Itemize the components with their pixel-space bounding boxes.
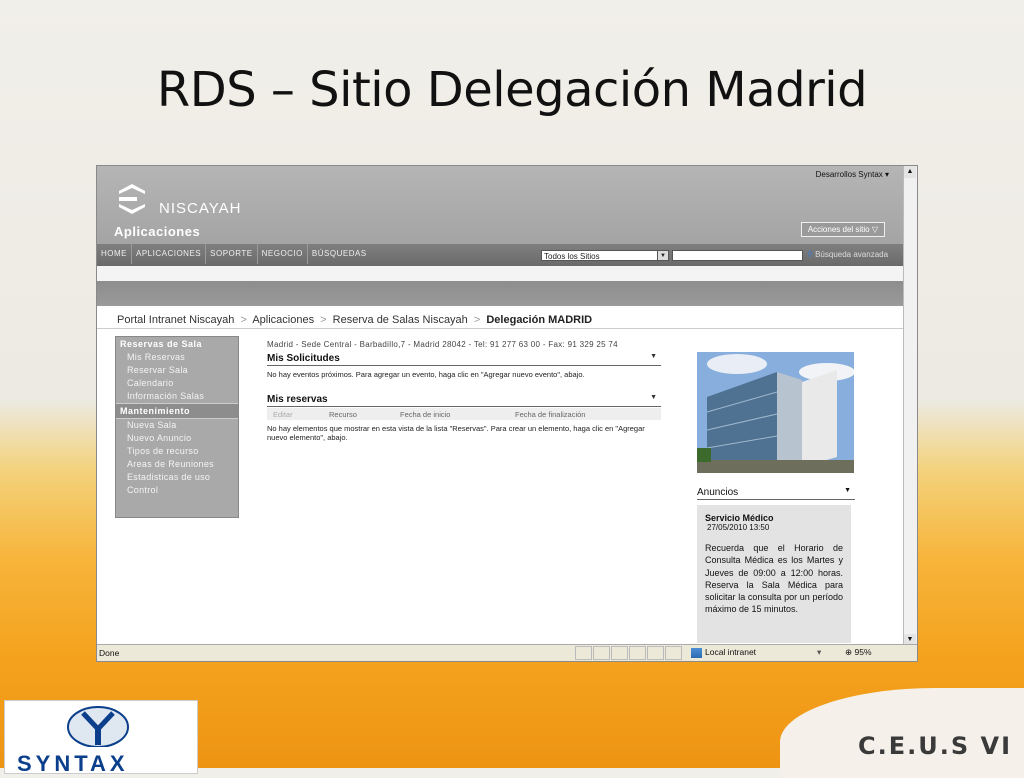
nav-negocio[interactable]: NEGOCIO (258, 244, 308, 264)
nav-aplicaciones[interactable]: APLICACIONES (132, 244, 207, 264)
chevron-down-icon[interactable]: ▼ (657, 251, 668, 260)
breadcrumb-separator: > (473, 314, 481, 326)
column-recurso[interactable]: Recurso (329, 410, 357, 419)
security-zone-label: Local intranet (705, 647, 757, 657)
zoom-level: 95% (854, 647, 872, 657)
site-logo-text: NISCAYAH (159, 200, 242, 217)
office-address: Madrid - Sede Central - Barbadillo,7 - M… (267, 340, 618, 349)
syntax-logo: SYNTAX (4, 700, 198, 776)
sidebar-item-nueva-sala[interactable]: Nueva Sala (116, 419, 238, 432)
advanced-search-label: Búsqueda avanzada (815, 250, 889, 259)
main-content: Madrid - Sede Central - Barbadillo,7 - M… (267, 340, 667, 442)
anuncios-title: Anuncios (697, 487, 739, 498)
sidebar-item-control[interactable]: Control (116, 484, 238, 497)
header-band-lower (97, 281, 905, 306)
nav-home[interactable]: HOME (97, 244, 132, 264)
site-header: Desarrollos Syntax ▾ NISCAYAH Aplicacion… (97, 166, 905, 244)
announcement-item: Servicio Médico 27/05/2010 13:50 Recuerd… (697, 505, 851, 643)
slide-title: RDS – Sitio Delegación Madrid (156, 62, 868, 118)
search-scope-select[interactable]: Todos los Sitios ▼ (541, 250, 669, 261)
solicitudes-empty-message: No hay eventos próximos. Para agregar un… (267, 370, 585, 379)
site-actions-menu[interactable]: Acciones del sitio ▽ (800, 222, 885, 237)
sidebar-item-calendario[interactable]: Calendario (116, 377, 238, 390)
breadcrumb-link-reserva[interactable]: Reserva de Salas Niscayah (333, 314, 468, 326)
user-menu[interactable]: Desarrollos Syntax ▾ (816, 170, 889, 179)
status-cells (575, 646, 683, 661)
nav-soporte[interactable]: SOPORTE (206, 244, 258, 264)
reservas-title: Mis reservas (267, 394, 328, 405)
webpart-title-reservas[interactable]: Mis reservas ▼ (267, 394, 661, 407)
sidebar-heading-mantenimiento[interactable]: Mantenimiento (116, 403, 238, 419)
breadcrumb-separator: > (320, 314, 327, 326)
column-fecha-finalizacion[interactable]: Fecha de finalización (515, 410, 585, 419)
webpart-title-anuncios[interactable]: Anuncios ▼ (697, 487, 855, 500)
sidebar-item-informacion-salas[interactable]: Información Salas (116, 390, 238, 403)
sidebar-item-reservar-sala[interactable]: Reservar Sala (116, 364, 238, 377)
reservas-column-headers: Editar Recurso Fecha de inicio Fecha de … (267, 408, 661, 420)
vertical-scrollbar[interactable]: ▲ ▼ (903, 166, 917, 646)
sidebar-item-areas-reuniones[interactable]: Areas de Reuniones (116, 458, 238, 471)
column-editar[interactable]: Editar (273, 410, 293, 419)
nav-busquedas[interactable]: BÚSQUEDAS (308, 244, 371, 264)
right-column: Anuncios ▼ Servicio Médico 27/05/2010 13… (697, 352, 857, 643)
solicitudes-title: Mis Solicitudes (267, 353, 340, 364)
divider-strip (97, 266, 905, 281)
zoom-control[interactable]: ⊕ 95% (845, 647, 872, 658)
breadcrumb-separator: > (240, 314, 247, 326)
globe-icon (691, 647, 702, 658)
syntax-emblem-icon (67, 706, 129, 747)
chevron-down-icon[interactable]: ▼ (844, 487, 851, 494)
chevron-down-icon[interactable]: ▼ (650, 394, 657, 401)
search-scope-value: Todos los Sitios (544, 252, 600, 261)
status-text: Done (99, 648, 120, 658)
breadcrumb-current: Delegación MADRID (486, 314, 593, 326)
scroll-up-icon[interactable]: ▲ (904, 166, 916, 178)
syntax-logo-text: SYNTAX (17, 751, 129, 776)
announcement-date: 27/05/2010 13:50 (707, 523, 770, 532)
sidebar-item-mis-reservas[interactable]: Mis Reservas (116, 351, 238, 364)
protected-mode-icon[interactable]: ▾ (817, 647, 821, 658)
advanced-search-link[interactable]: ⚲ Búsqueda avanzada (807, 250, 888, 259)
chevron-down-icon[interactable]: ▼ (650, 353, 657, 360)
sidebar-item-nuevo-anuncio[interactable]: Nuevo Anuncio (116, 432, 238, 445)
zoom-icon: ⊕ (845, 647, 853, 657)
quick-launch-sidebar: Reservas de Sala Mis Reservas Reservar S… (115, 336, 239, 518)
column-fecha-inicio[interactable]: Fecha de inicio (400, 410, 450, 419)
reservas-empty-message: No hay elementos que mostrar en esta vis… (267, 424, 645, 442)
sidebar-item-tipos-recurso[interactable]: Tipos de recurso (116, 445, 238, 458)
ceus-logo: C.E.U.S VI (858, 732, 1012, 760)
building-photo (697, 352, 855, 473)
breadcrumb-divider (97, 328, 905, 329)
browser-status-bar: Done Local intranet ▾ ⊕ 95% (97, 644, 917, 661)
sidebar-heading-reservas[interactable]: Reservas de Sala (116, 337, 238, 351)
niscayah-logo-icon (119, 184, 145, 214)
search-input[interactable] (672, 250, 803, 261)
site-title[interactable]: Aplicaciones (114, 224, 200, 239)
sidebar-item-estadisticas[interactable]: Estadisticas de uso (116, 471, 238, 484)
webpart-title-solicitudes[interactable]: Mis Solicitudes ▼ (267, 353, 661, 366)
breadcrumb: Portal Intranet Niscayah > Aplicaciones … (117, 314, 592, 326)
breadcrumb-link-portal[interactable]: Portal Intranet Niscayah (117, 314, 234, 326)
breadcrumb-link-aplicaciones[interactable]: Aplicaciones (252, 314, 314, 326)
announcement-body: Recuerda que el Horario de Consulta Médi… (705, 543, 843, 615)
security-zone[interactable]: Local intranet (691, 647, 756, 658)
announcement-title[interactable]: Servicio Médico (705, 513, 843, 523)
browser-window: Desarrollos Syntax ▾ NISCAYAH Aplicacion… (96, 165, 918, 662)
search-icon[interactable]: ⚲ (807, 250, 813, 259)
